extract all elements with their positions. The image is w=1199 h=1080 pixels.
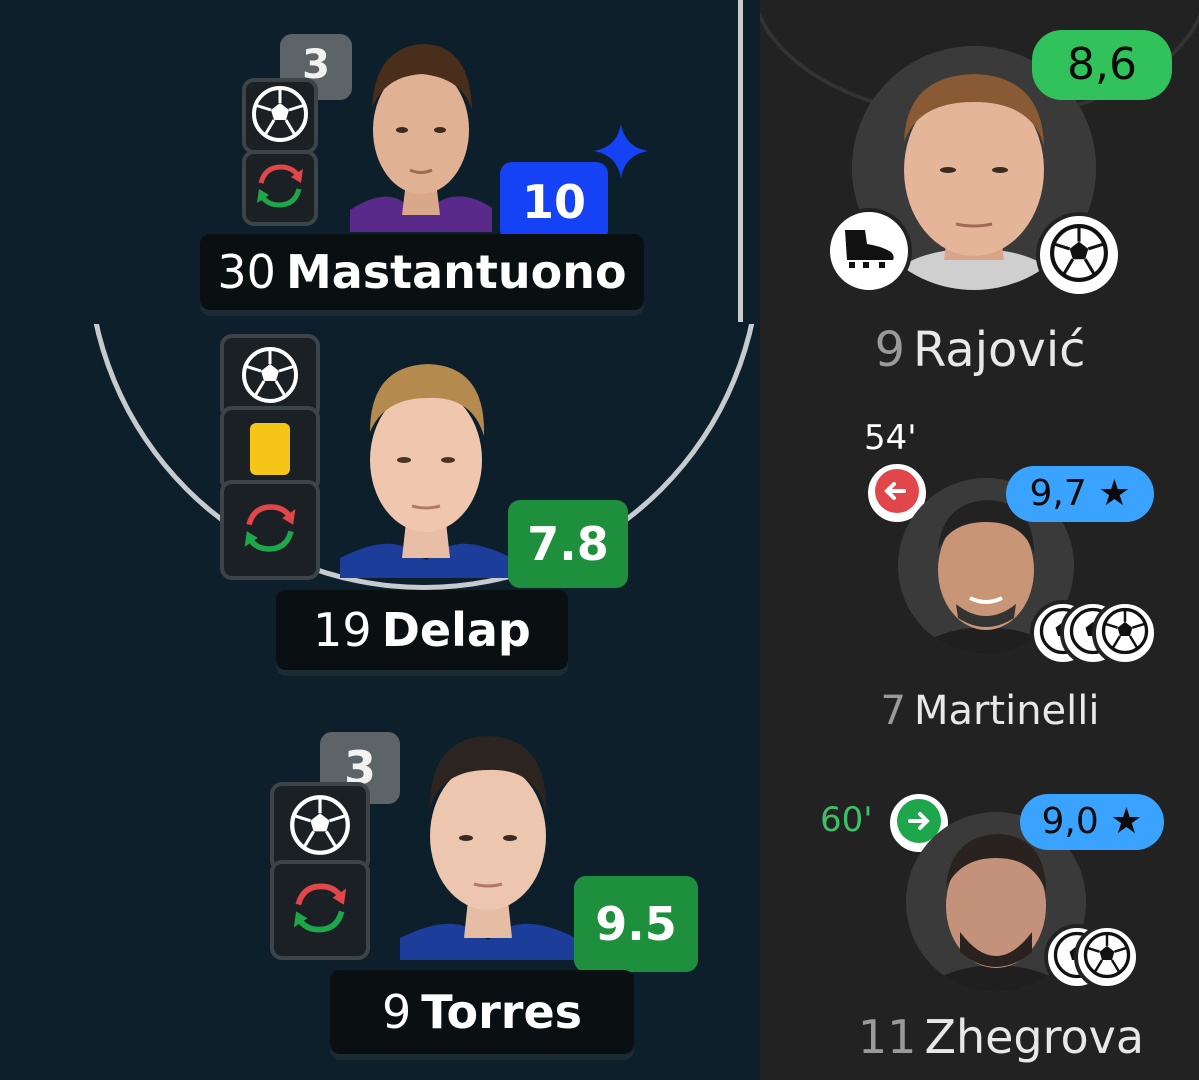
player-number: 30: [217, 245, 276, 299]
player-name-line: 7 Martinelli: [820, 688, 1160, 734]
star-icon: ★: [1098, 473, 1131, 514]
substitution-event: [242, 150, 318, 226]
player-photo: [400, 724, 576, 960]
player-name: Martinelli: [913, 688, 1100, 734]
player-name-line: 9 Rajović: [820, 322, 1140, 378]
lineup-list-panel: 8,6 9 Rajović 54' 9,7 ★ 7 Martinelli 60'…: [760, 0, 1199, 1080]
sub-minute: 54': [864, 418, 917, 458]
player-number: 11: [857, 1010, 917, 1064]
boot-icon: [841, 226, 897, 276]
lineup-pitch-panel: 3 10 30 Mastantuono 7.8 19 Delap 3 9.5 9…: [0, 0, 760, 1080]
substitution-icon: [238, 496, 302, 564]
player-number: 9: [381, 985, 412, 1039]
player-name: Zhegrova: [924, 1010, 1145, 1064]
pitch-line: [738, 0, 743, 322]
rating-badge: 8,6: [1032, 30, 1172, 100]
rating-badge: 7.8: [508, 500, 628, 588]
goal-event: [242, 78, 318, 154]
star-icon: ★: [1110, 801, 1143, 842]
soccer-ball-icon: [1101, 607, 1149, 659]
player-name: Mastantuono: [285, 245, 627, 299]
soccer-ball-icon: [289, 794, 351, 860]
player-photo: [340, 350, 512, 578]
goal-event: [270, 782, 370, 872]
player-number: 7: [880, 688, 906, 734]
rating-badge: 9,0 ★: [1020, 794, 1164, 850]
soccer-ball-icon: [1049, 223, 1109, 287]
player-name: Torres: [421, 985, 583, 1039]
player-name-line: 11 Zhegrova: [816, 1010, 1186, 1064]
goal-indicator: [1036, 212, 1122, 298]
player-name: Delap: [381, 603, 531, 657]
substitution-icon: [251, 157, 309, 219]
soccer-ball-icon: [241, 346, 299, 408]
arrow-left-icon: [874, 468, 920, 518]
substitution-event: [220, 480, 320, 580]
player-name: Rajović: [913, 322, 1086, 378]
player-name-tag: 9 Torres: [330, 970, 634, 1054]
assist-indicator: [826, 208, 912, 294]
player-name-tag: 30 Mastantuono: [200, 234, 644, 310]
soccer-ball-icon: [251, 85, 309, 147]
player-number: 9: [874, 322, 905, 378]
goal-indicator: [1092, 600, 1158, 666]
substitution-event: [270, 860, 370, 960]
player-number: 19: [313, 603, 372, 657]
sparkle-icon: [592, 122, 650, 184]
player-name-tag: 19 Delap: [276, 590, 568, 670]
rating-value: 9,7: [1029, 473, 1087, 514]
soccer-ball-icon: [1083, 931, 1131, 983]
substitution-icon: [287, 875, 353, 945]
sub-minute: 60': [820, 800, 873, 840]
goal-indicator: [1074, 924, 1140, 990]
rating-value: 9,0: [1041, 801, 1099, 842]
rating-badge: 9,7 ★: [1006, 466, 1154, 522]
player-photo: [350, 30, 492, 232]
rating-badge: 9.5: [574, 876, 698, 972]
yellow-card-icon: [250, 423, 290, 475]
